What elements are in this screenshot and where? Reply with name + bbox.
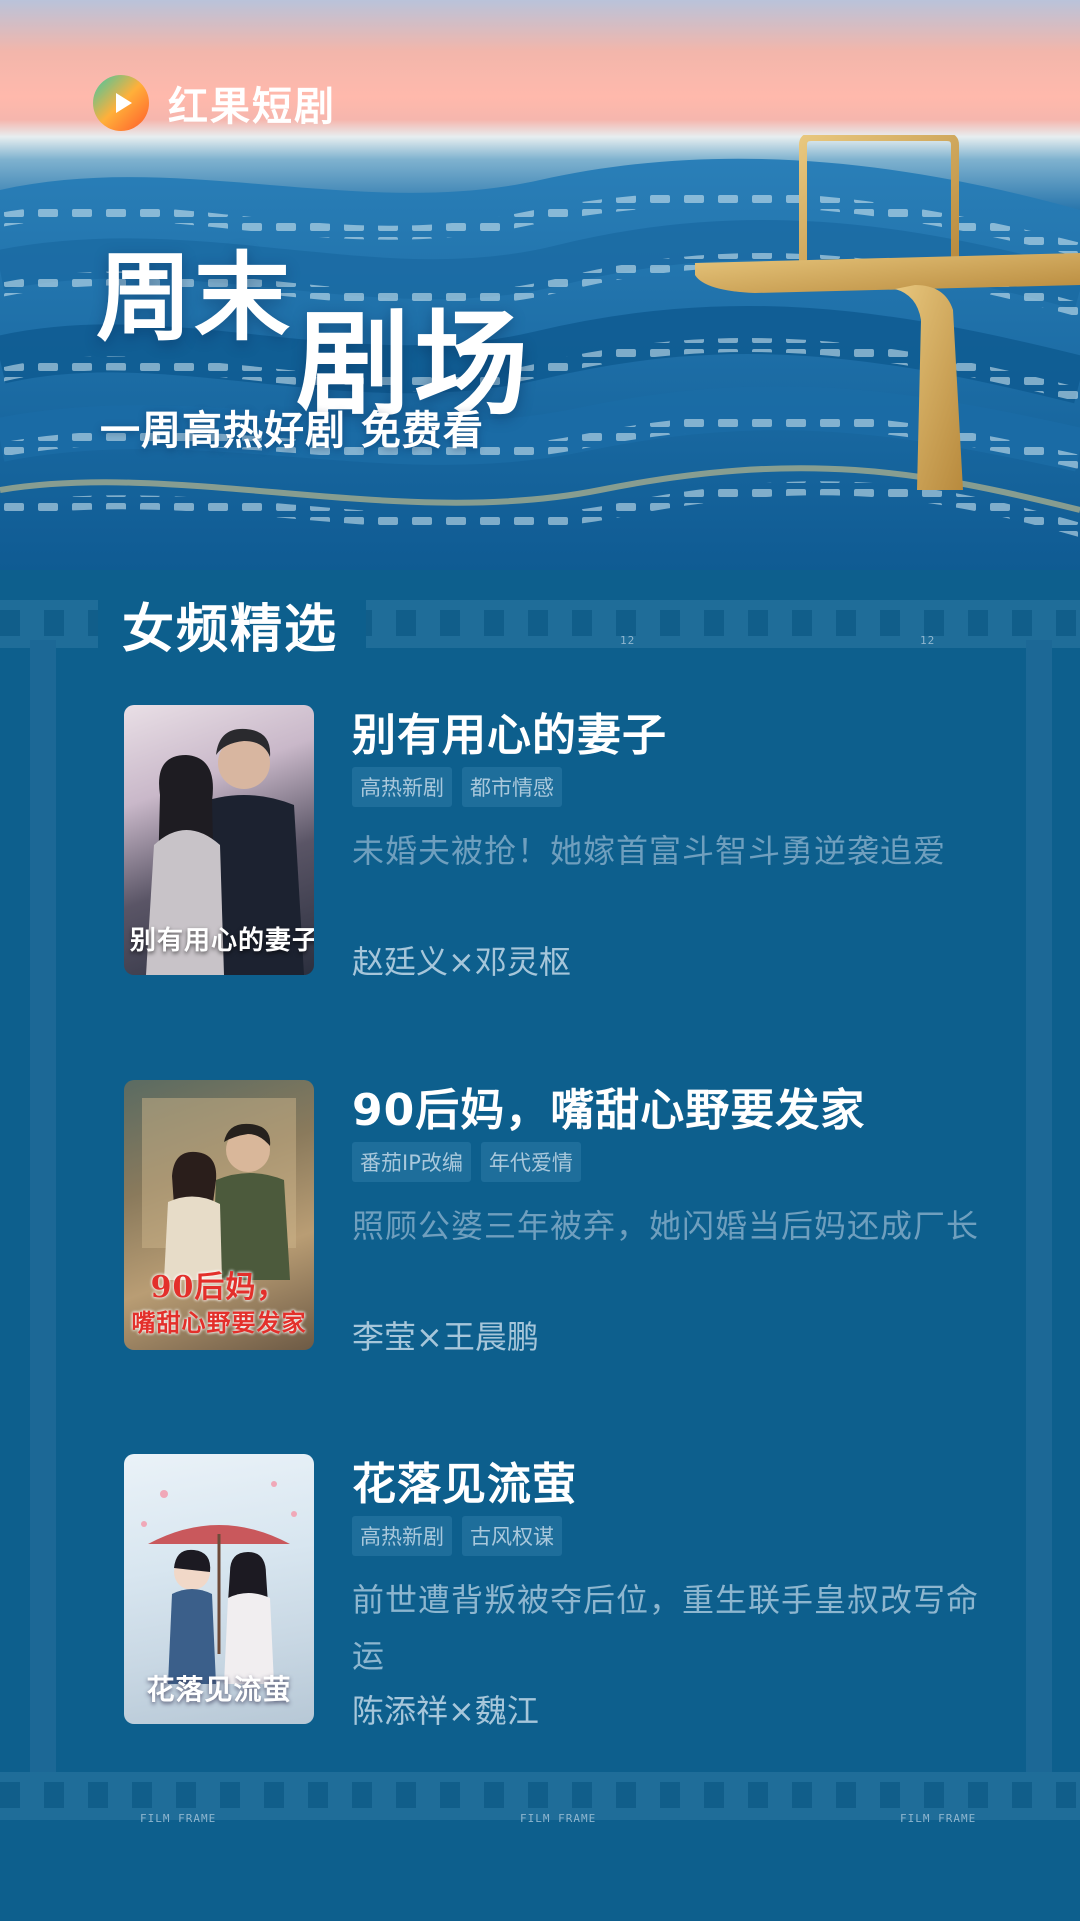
drama-card[interactable]: 90后妈， 嘴甜心野要发家 90后妈， 嘴甜心野要发家 番茄IP改编 年代爱情 照… xyxy=(124,1080,984,1356)
drama-tag: 高热新剧 xyxy=(352,767,452,807)
drama-card[interactable]: 花落见流萤 花落见流萤 高热新剧 古风权谋 前世遭背叛被夺后位，重生联手皇叔改写… xyxy=(124,1454,984,1730)
drama-tag: 古风权谋 xyxy=(462,1516,562,1556)
tag-list: 番茄IP改编 年代爱情 xyxy=(352,1142,581,1182)
section-header: 女频精选 xyxy=(98,588,367,660)
film-strip-left xyxy=(30,640,56,1775)
drama-tag: 年代爱情 xyxy=(480,1142,581,1182)
film-frame-label: FILM FRAME xyxy=(140,1812,217,1825)
film-frame-label: FILM FRAME xyxy=(520,1812,597,1825)
film-strip-right xyxy=(1026,640,1052,1775)
app-logo: 红果短剧 xyxy=(92,74,336,132)
film-frame-label: FILM FRAME xyxy=(900,1812,977,1825)
film-perforations xyxy=(0,1782,1080,1808)
hongguo-logo-icon xyxy=(93,75,149,131)
section-title: 女频精选 xyxy=(122,598,339,660)
drama-title[interactable]: 90后妈，嘴甜心野要发家 xyxy=(352,1074,865,1138)
film-number-label: 12 xyxy=(620,634,636,647)
drama-tag: 高热新剧 xyxy=(352,1516,452,1556)
drama-poster[interactable]: 90后妈， 嘴甜心野要发家 xyxy=(124,1080,314,1350)
drama-description: 照顾公婆三年被弃，她闪婚当后妈还成厂长 xyxy=(352,1207,980,1245)
drama-card[interactable]: 别有用心的妻子 别有用心的妻子 高热新剧 都市情感 未婚夫被抢！她嫁首富斗智斗勇… xyxy=(124,705,984,981)
poster-title: 花落见流萤 xyxy=(146,1673,292,1706)
drama-description: 前世遭背叛被夺后位，重生联手皇叔改写命运 xyxy=(352,1581,980,1675)
drama-cast: 李莹×王晨鹏 xyxy=(352,1318,539,1356)
diving-board-illustration xyxy=(695,135,1080,490)
page-title-part1: 周末 xyxy=(96,241,292,354)
drama-tag: 都市情感 xyxy=(462,767,562,807)
poster-title: 90后妈， xyxy=(150,1270,288,1305)
drama-tag: 番茄IP改编 xyxy=(352,1142,471,1182)
drama-title[interactable]: 别有用心的妻子 xyxy=(352,699,667,763)
poster-title: 嘴甜心野要发家 xyxy=(131,1308,307,1337)
drama-cast: 陈添祥×魏江 xyxy=(352,1692,539,1730)
film-number-label: 12 xyxy=(920,634,936,647)
drama-poster[interactable]: 花落见流萤 xyxy=(124,1454,314,1724)
page-subtitle: 一周高热好剧 免费看 xyxy=(100,408,484,454)
hero-banner: 红果短剧 周末 剧场 一周高热好剧 免费看 xyxy=(0,0,1080,570)
poster-title: 别有用心的妻子 xyxy=(130,926,314,956)
tag-list: 高热新剧 古风权谋 xyxy=(352,1516,562,1556)
drama-cast: 赵廷义×邓灵枢 xyxy=(352,943,571,981)
tag-list: 高热新剧 都市情感 xyxy=(352,767,562,807)
app-name: 红果短剧 xyxy=(168,84,336,130)
drama-poster[interactable]: 别有用心的妻子 xyxy=(124,705,314,975)
drama-title[interactable]: 花落见流萤 xyxy=(352,1448,577,1512)
drama-description: 未婚夫被抢！她嫁首富斗智斗勇逆袭追爱 xyxy=(352,832,947,870)
